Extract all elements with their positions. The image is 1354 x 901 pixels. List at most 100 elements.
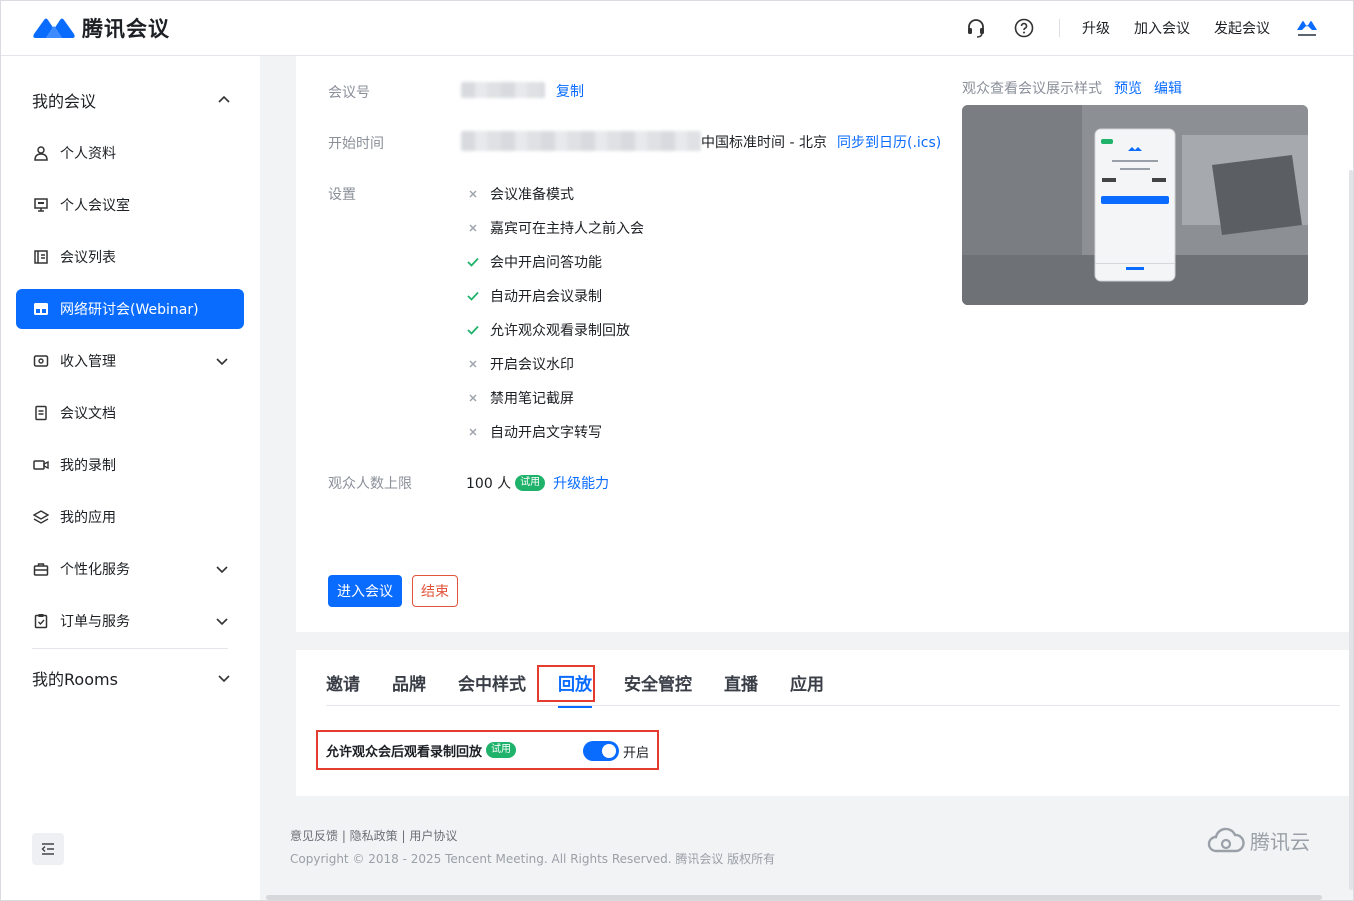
sidebar-item-personal-room[interactable]: 个人会议室	[16, 185, 244, 225]
setting-item: 开启会议水印	[466, 354, 574, 374]
cross-icon	[466, 357, 480, 371]
sync-calendar-link[interactable]: 同步到日历(.ics)	[837, 132, 941, 152]
tencent-meeting-logo-icon	[33, 18, 75, 38]
layers-icon	[32, 508, 50, 526]
trial-badge: 试用	[486, 742, 517, 758]
cross-icon	[466, 221, 480, 235]
horizontal-scrollbar[interactable]	[266, 895, 1322, 900]
start-meeting-link[interactable]: 发起会议	[1214, 18, 1270, 38]
sidebar-item-docs[interactable]: 会议文档	[16, 393, 244, 433]
sidebar-item-label: 会议列表	[60, 250, 116, 266]
setting-item: 嘉宾可在主持人之前入会	[466, 218, 644, 238]
check-icon	[466, 289, 480, 303]
webinar-icon	[32, 300, 50, 318]
meeting-detail-card: 会议号 复制 开始时间 中国标准时间 - 北京 同步到日历(.ics) 设置 会…	[296, 56, 1354, 632]
sidebar-item-label: 我的应用	[60, 510, 116, 526]
footer-copyright: Copyright © 2018 - 2025 Tencent Meeting.…	[290, 852, 776, 866]
sidebar-item-personalized[interactable]: 个性化服务	[16, 549, 244, 589]
list-icon	[32, 248, 50, 266]
chevron-down-icon	[216, 358, 228, 366]
footer-links[interactable]: 意见反馈 | 隐私政策 | 用户协议	[290, 827, 457, 844]
brand[interactable]: 腾讯会议	[32, 14, 170, 42]
setting-item: 自动开启文字转写	[466, 422, 602, 442]
sidebar-item-label: 个人会议室	[60, 198, 130, 214]
collapse-sidebar-button[interactable]	[32, 833, 64, 865]
sidebar-item-orders[interactable]: 订单与服务	[16, 601, 244, 641]
sidebar-group-rooms[interactable]: 我的Rooms	[32, 664, 232, 692]
avatar[interactable]	[1294, 15, 1320, 41]
headset-icon[interactable]	[965, 17, 987, 39]
collapse-icon	[41, 843, 54, 855]
tab-apps[interactable]: 应用	[790, 664, 824, 700]
replay-setting-row: 允许观众会后观看录制回放 试用 开启	[316, 730, 659, 770]
setting-label: 嘉宾可在主持人之前入会	[490, 221, 644, 237]
check-icon	[466, 255, 480, 269]
sidebar-group-label: 我的Rooms	[32, 670, 118, 689]
video-icon	[32, 456, 50, 474]
edit-link[interactable]: 编辑	[1154, 78, 1182, 98]
sidebar-item-label: 收入管理	[60, 354, 116, 370]
sidebar-item-label: 个性化服务	[60, 562, 130, 578]
sidebar-item-recordings[interactable]: 我的录制	[16, 445, 244, 485]
sidebar-item-label: 个人资料	[60, 146, 116, 162]
vertical-scrollbar[interactable]	[1349, 170, 1353, 890]
divider	[1059, 19, 1060, 37]
toggle-state-text: 开启	[623, 746, 650, 761]
sidebar-item-apps[interactable]: 我的应用	[16, 497, 244, 537]
tab-divider	[326, 705, 1340, 706]
join-meeting-link[interactable]: 加入会议	[1134, 18, 1190, 38]
sidebar-item-webinar[interactable]: 网络研讨会(Webinar)	[16, 289, 244, 329]
tab-live[interactable]: 直播	[724, 664, 758, 700]
preview-illustration	[962, 105, 1308, 305]
preview-title: 观众查看会议展示样式	[962, 81, 1102, 97]
sidebar-divider	[32, 648, 228, 649]
setting-item: 禁用笔记截屏	[466, 388, 574, 408]
help-icon[interactable]	[1013, 17, 1035, 39]
cross-icon	[466, 425, 480, 439]
audience-limit-value: 100 人	[466, 476, 512, 492]
end-meeting-button[interactable]: 结束	[412, 575, 458, 607]
audience-limit-label: 观众人数上限	[328, 476, 412, 492]
sidebar-item-label: 会议文档	[60, 406, 116, 422]
upgrade-link[interactable]: 升级	[1082, 18, 1110, 38]
replay-toggle[interactable]	[583, 741, 619, 761]
audience-limit-row: 100 人 试用 升级能力	[466, 473, 609, 493]
meeting-id-label: 会议号	[328, 85, 370, 101]
sidebar-item-profile[interactable]: 个人资料	[16, 133, 244, 173]
replay-setting-label: 允许观众会后观看录制回放	[326, 744, 483, 760]
tab-in-meeting-style[interactable]: 会中样式	[458, 664, 526, 700]
setting-item: 会议准备模式	[466, 184, 574, 204]
sidebar-item-income[interactable]: 收入管理	[16, 341, 244, 381]
upgrade-capability-link[interactable]: 升级能力	[553, 473, 609, 493]
preview-link[interactable]: 预览	[1114, 78, 1142, 98]
copy-link[interactable]: 复制	[556, 81, 584, 101]
settings-label: 设置	[328, 187, 356, 203]
tab-highlight-box	[537, 665, 595, 702]
top-bar: 腾讯会议 升级 加入会议 发起会议	[0, 0, 1354, 56]
chevron-down-icon	[216, 618, 228, 626]
chevron-up-icon	[218, 95, 230, 103]
start-time-label: 开始时间	[328, 136, 384, 152]
setting-label: 自动开启文字转写	[490, 425, 602, 441]
sidebar-item-meeting-list[interactable]: 会议列表	[16, 237, 244, 277]
cloud-icon	[1207, 827, 1245, 852]
clipboard-icon	[32, 612, 50, 630]
top-actions: 升级 加入会议 发起会议	[939, 14, 1320, 42]
chevron-down-icon	[218, 675, 230, 683]
setting-label: 会中开启问答功能	[490, 255, 602, 271]
cross-icon	[466, 187, 480, 201]
tab-invite[interactable]: 邀请	[326, 664, 360, 700]
enter-meeting-button[interactable]: 进入会议	[328, 575, 402, 607]
tab-security[interactable]: 安全管控	[624, 664, 692, 700]
setting-label: 会议准备模式	[490, 187, 574, 203]
tab-brand[interactable]: 品牌	[392, 664, 426, 700]
sidebar-item-label: 订单与服务	[60, 614, 130, 630]
setting-item: 会中开启问答功能	[466, 252, 602, 272]
monitor-icon	[32, 196, 50, 214]
briefcase-icon	[32, 560, 50, 578]
document-icon	[32, 404, 50, 422]
sidebar-group-my-meetings[interactable]: 我的会议	[32, 86, 232, 114]
sidebar-group-label: 我的会议	[32, 92, 97, 111]
audience-view-preview-image[interactable]	[962, 105, 1308, 305]
footer-brand-name: 腾讯云	[1250, 830, 1310, 854]
